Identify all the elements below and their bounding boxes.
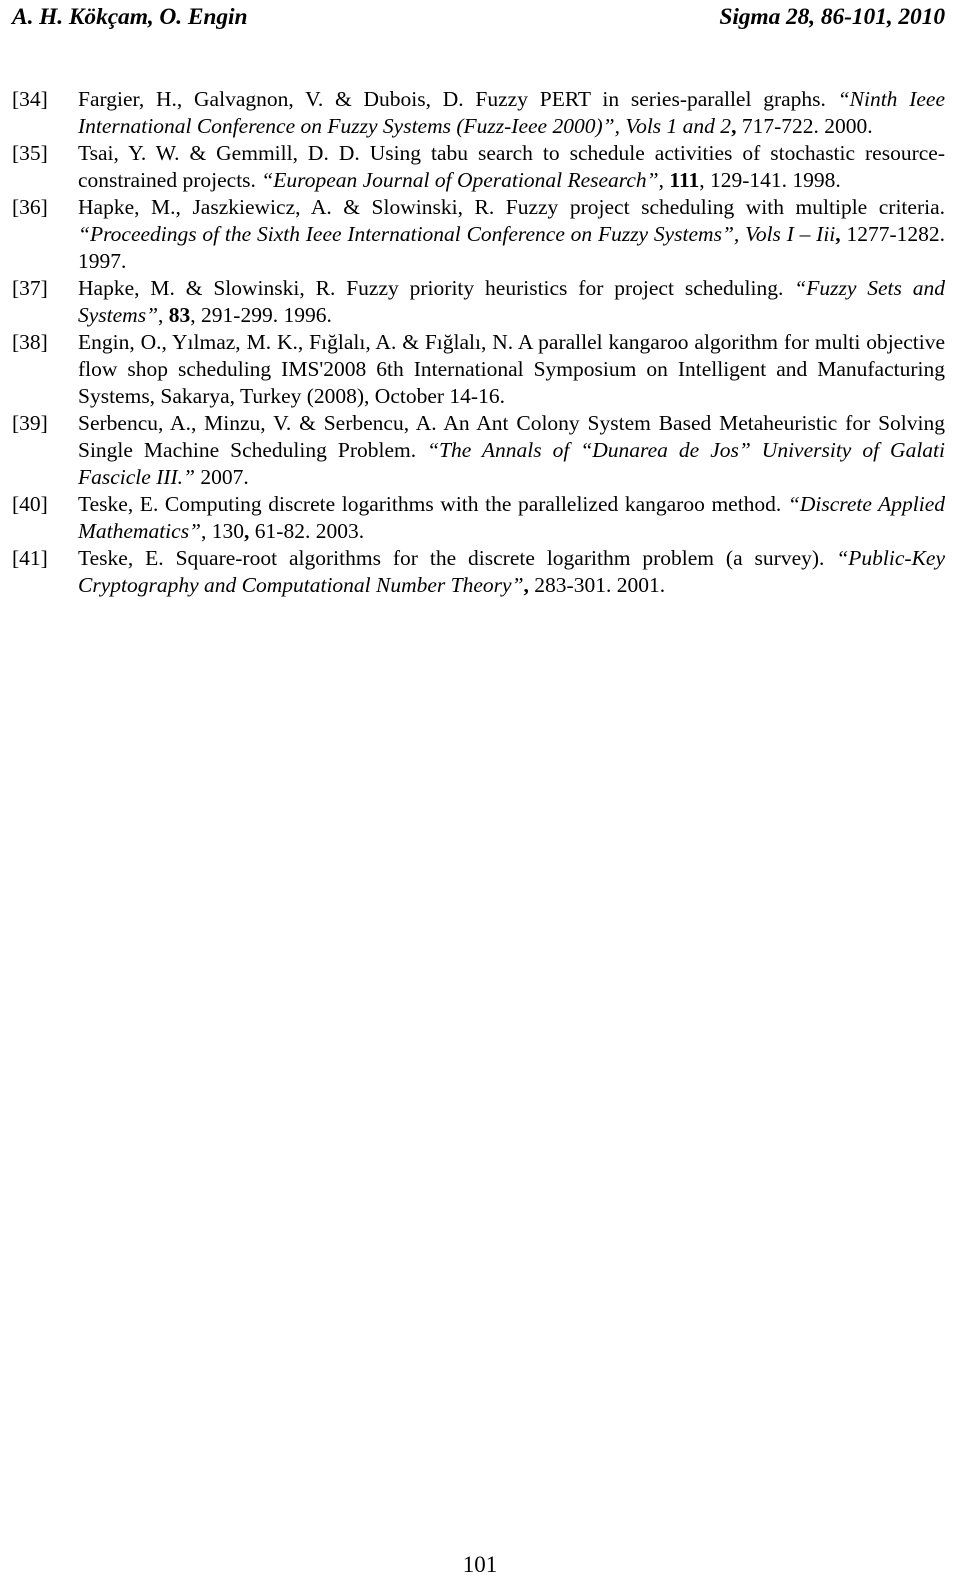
document-page: A. H. Kökçam, O. Engin Sigma 28, 86-101,…: [0, 0, 960, 1595]
reference-text-run: 2007.: [195, 465, 249, 489]
reference-text: Serbencu, A., Minzu, V. & Serbencu, A. A…: [78, 410, 945, 491]
reference-text-run: Fargier, H., Galvagnon, V. & Dubois, D. …: [78, 87, 838, 111]
reference-text-run: “European Journal of Operational Researc…: [261, 168, 659, 192]
reference-number: [37]: [12, 276, 48, 300]
reference-text: Hapke, M., Jaszkiewicz, A. & Slowinski, …: [78, 194, 945, 275]
reference-text: Fargier, H., Galvagnon, V. & Dubois, D. …: [78, 86, 945, 140]
reference-entry: [35] Tsai, Y. W. & Gemmill, D. D. Using t…: [12, 140, 945, 194]
reference-entry: [39] Serbencu, A., Minzu, V. & Serbencu, …: [12, 410, 945, 491]
reference-text: Tsai, Y. W. & Gemmill, D. D. Using tabu …: [78, 140, 945, 194]
reference-entry: [40] Teske, E. Computing discrete logarit…: [12, 491, 945, 545]
reference-text-run: , 130: [201, 519, 245, 543]
reference-number: [39]: [12, 411, 48, 435]
reference-number: [36]: [12, 195, 48, 219]
reference-text: Hapke, M. & Slowinski, R. Fuzzy priority…: [78, 275, 945, 329]
running-head-citation: Sigma 28, 86-101, 2010: [719, 4, 945, 30]
reference-text-run: “Proceedings of the Sixth Ieee Internati…: [78, 222, 836, 246]
reference-number: [40]: [12, 492, 48, 516]
running-head: A. H. Kökçam, O. Engin Sigma 28, 86-101,…: [12, 4, 945, 34]
page-number: 101: [462, 1552, 498, 1577]
reference-number: [34]: [12, 87, 48, 111]
reference-text-run: ,: [658, 168, 670, 192]
reference-text-run: 717-722. 2000.: [736, 114, 873, 138]
reference-text-run: 111: [669, 168, 700, 192]
reference-text: Teske, E. Computing discrete logarithms …: [78, 491, 945, 545]
reference-text-run: 61-82. 2003.: [249, 519, 365, 543]
reference-list: [34] Fargier, H., Galvagnon, V. & Dubois,…: [12, 86, 945, 599]
reference-text: Engin, O., Yılmaz, M. K., Fığlalı, A. & …: [78, 329, 945, 410]
reference-number: [38]: [12, 330, 48, 354]
reference-number: [41]: [12, 546, 48, 570]
reference-entry: [34] Fargier, H., Galvagnon, V. & Dubois,…: [12, 86, 945, 140]
reference-number: [35]: [12, 141, 48, 165]
reference-text-run: Engin, O., Yılmaz, M. K., Fığlalı, A. & …: [78, 330, 945, 408]
reference-text-run: , 129-141. 1998.: [699, 168, 841, 192]
reference-entry: [37] Hapke, M. & Slowinski, R. Fuzzy prio…: [12, 275, 945, 329]
reference-text: Teske, E. Square-root algorithms for the…: [78, 545, 945, 599]
reference-text-run: 83: [168, 303, 191, 327]
reference-text-run: Hapke, M. & Slowinski, R. Fuzzy priority…: [78, 276, 795, 300]
reference-entry: [41] Teske, E. Square-root algorithms for…: [12, 545, 945, 599]
reference-entry: [38] Engin, O., Yılmaz, M. K., Fığlalı, A…: [12, 329, 945, 410]
reference-text-run: , 291-299. 1996.: [190, 303, 332, 327]
reference-text-run: 283-301. 2001.: [528, 573, 666, 597]
running-head-authors: A. H. Kökçam, O. Engin: [12, 4, 248, 30]
reference-entry: [36] Hapke, M., Jaszkiewicz, A. & Slowins…: [12, 194, 945, 275]
reference-text-run: Hapke, M., Jaszkiewicz, A. & Slowinski, …: [78, 195, 945, 219]
reference-text-run: Teske, E. Square-root algorithms for the…: [78, 546, 837, 570]
reference-text-run: Teske, E. Computing discrete logarithms …: [78, 492, 788, 516]
reference-text-run: ,: [158, 303, 169, 327]
